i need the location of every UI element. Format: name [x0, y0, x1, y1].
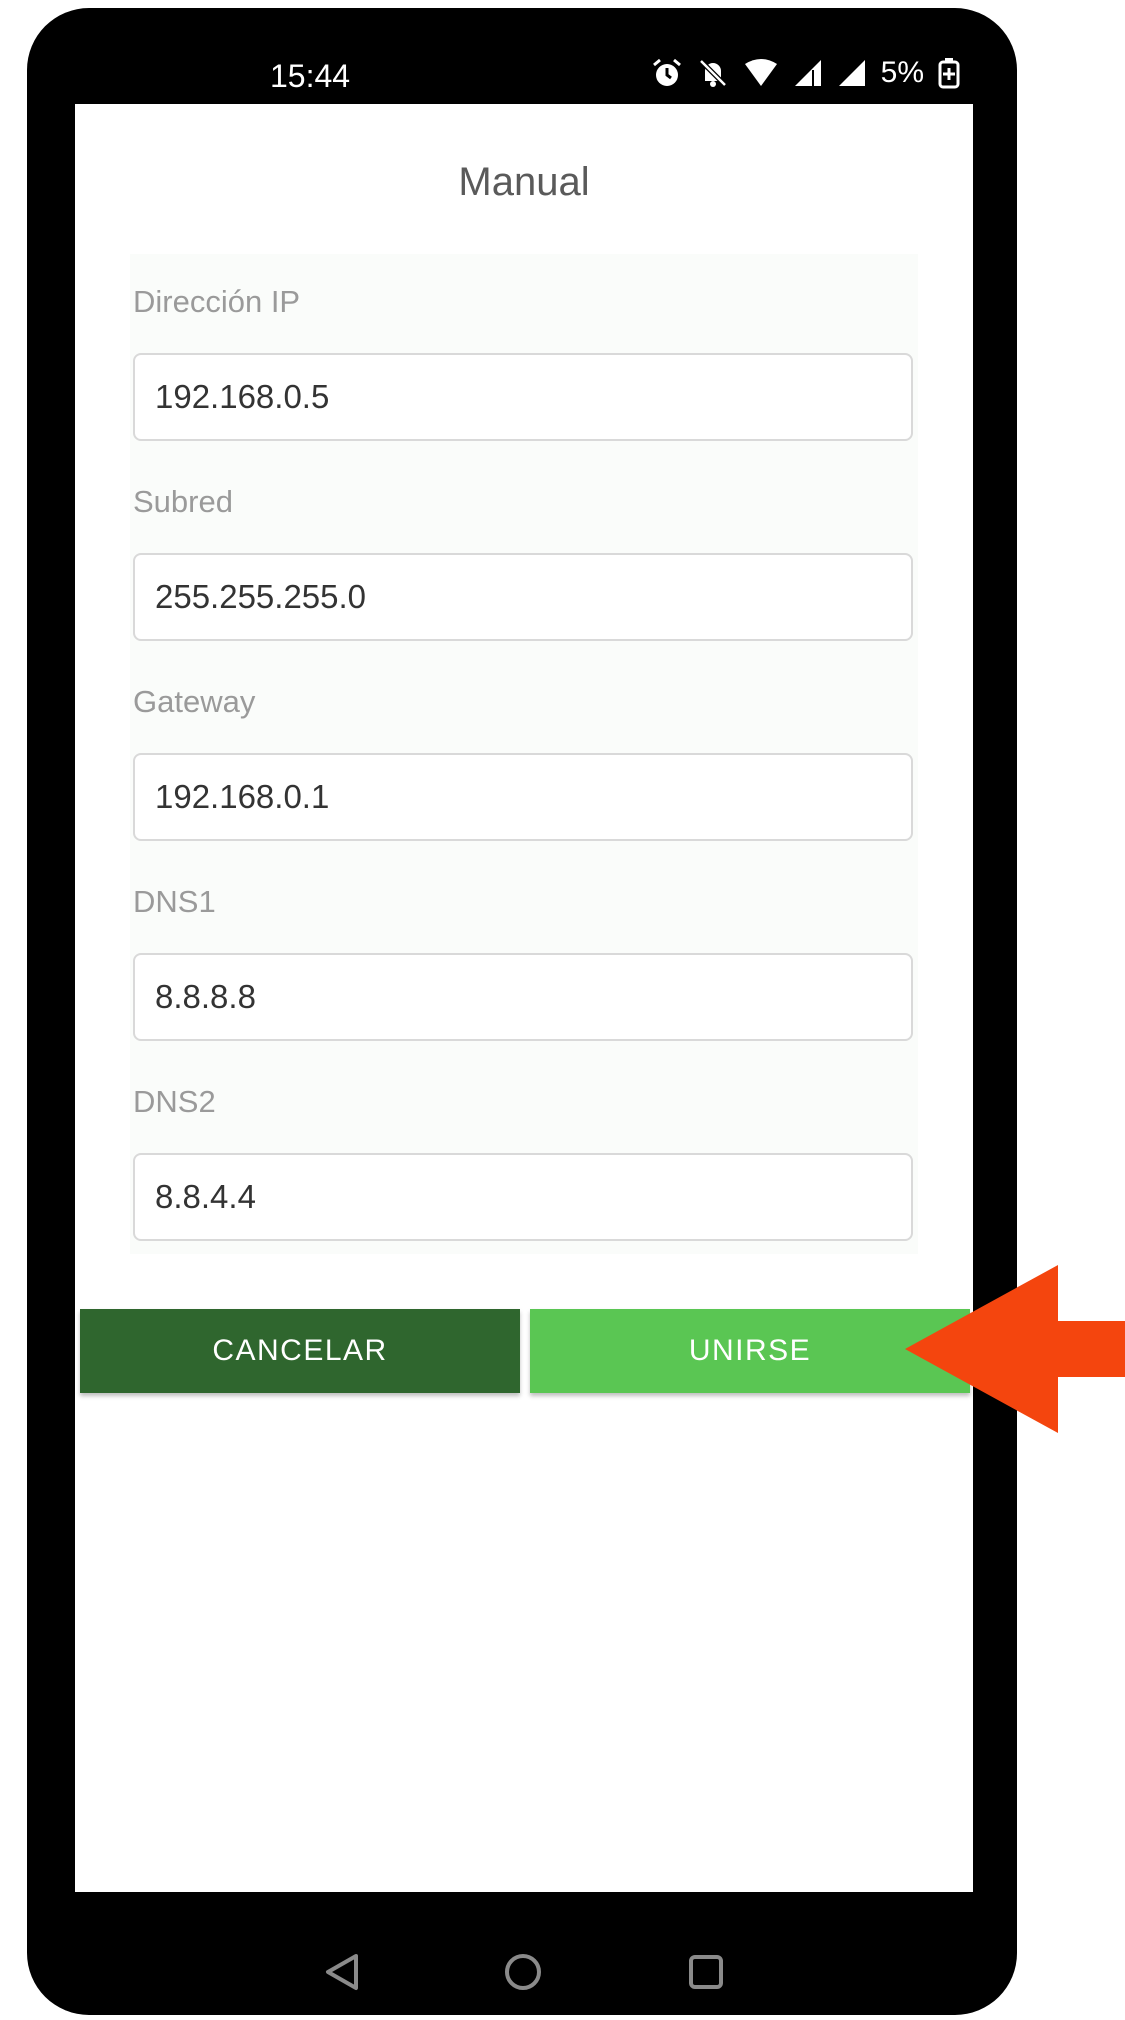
bell-off-icon	[697, 57, 729, 89]
signal-icon	[837, 58, 867, 88]
dns1-input[interactable]	[133, 953, 913, 1041]
navigation-bar	[0, 1892, 1044, 2015]
back-icon[interactable]	[326, 1954, 358, 1990]
annotation-arrow-icon	[905, 1265, 1125, 1433]
dns2-label: DNS2	[133, 1084, 216, 1119]
join-button[interactable]: UNIRSE	[530, 1309, 970, 1393]
signal-icon	[793, 58, 823, 88]
dns1-label: DNS1	[133, 884, 216, 919]
recents-icon[interactable]	[689, 1955, 723, 1989]
wifi-icon	[743, 58, 779, 88]
dialog-title: Manual	[458, 160, 590, 204]
status-time: 15:44	[270, 58, 351, 94]
dialog-screen: Manual Dirección IP Subred Gateway DNS1 …	[75, 104, 973, 1892]
subnet-input[interactable]	[133, 553, 913, 641]
alarm-icon	[651, 57, 683, 89]
gateway-input[interactable]	[133, 753, 913, 841]
status-bar: 15:44 5%	[102, 48, 1000, 108]
subnet-label: Subred	[133, 484, 233, 519]
cancel-button[interactable]: CANCELAR	[80, 1309, 520, 1393]
dns2-input[interactable]	[133, 1153, 913, 1241]
home-icon[interactable]	[505, 1954, 541, 1990]
ip-address-input[interactable]	[133, 353, 913, 441]
battery-percent: 5%	[880, 56, 924, 89]
battery-charging-icon	[938, 57, 960, 89]
ip-address-label: Dirección IP	[133, 284, 301, 319]
status-icons: 5%	[651, 56, 960, 90]
gateway-label: Gateway	[133, 684, 256, 719]
